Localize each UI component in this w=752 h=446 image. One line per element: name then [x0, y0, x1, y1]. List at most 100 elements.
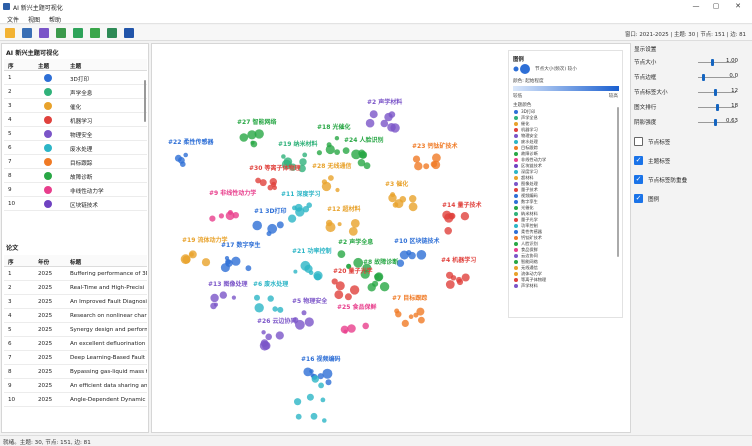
- graph-node[interactable]: [388, 193, 397, 203]
- graph-node[interactable]: [408, 202, 418, 212]
- graph-node[interactable]: [335, 187, 340, 193]
- cluster-label[interactable]: #9 非线性动力学: [209, 189, 256, 197]
- graph-node[interactable]: [320, 397, 326, 403]
- paper-row[interactable]: 3 2025 An Improved Fault Diagnosis: [4, 295, 147, 309]
- graph-node[interactable]: [328, 175, 334, 181]
- graph-node[interactable]: [367, 283, 376, 292]
- cluster-label[interactable]: #28 无线通信: [312, 162, 351, 170]
- graph-node[interactable]: [231, 256, 241, 266]
- cluster-label[interactable]: #13 图像处理: [208, 280, 247, 288]
- graph-node[interactable]: [395, 311, 402, 318]
- graph-node[interactable]: [309, 369, 314, 374]
- graph-node[interactable]: [460, 212, 470, 221]
- graph-node[interactable]: [275, 331, 284, 340]
- cluster-label[interactable]: #6 废水处理: [253, 280, 288, 288]
- graph-node[interactable]: [189, 252, 194, 257]
- comment-icon[interactable]: [90, 28, 100, 38]
- graph-node[interactable]: [254, 294, 260, 301]
- cluster-label[interactable]: #4 机器学习: [441, 256, 476, 264]
- graph-node[interactable]: [416, 250, 427, 260]
- graph-node[interactable]: [262, 341, 271, 350]
- topic-graph-canvas[interactable]: #2 声学材料 #27 智能网络 #18 光催化 #24 人脸识别 #22 柔性传感器 #…: [151, 43, 631, 433]
- graph-node[interactable]: [444, 227, 453, 235]
- graph-node[interactable]: [209, 215, 216, 222]
- topic-row[interactable]: 3 催化: [4, 99, 147, 113]
- cluster-label[interactable]: #2 声学全息: [338, 238, 373, 246]
- graph-node[interactable]: [379, 282, 390, 292]
- graph-node[interactable]: [353, 257, 364, 268]
- graph-node[interactable]: [219, 291, 227, 299]
- checkbox[interactable]: [634, 137, 643, 146]
- topics-scrollbar[interactable]: [144, 80, 146, 122]
- cluster-label[interactable]: #12 超材料: [327, 205, 360, 213]
- topic-row[interactable]: 1 3D打印: [4, 71, 147, 85]
- graph-node[interactable]: [342, 147, 350, 154]
- graph-node[interactable]: [349, 285, 360, 295]
- graph-node[interactable]: [409, 195, 417, 203]
- graph-node[interactable]: [310, 412, 318, 420]
- graph-node[interactable]: [288, 214, 297, 223]
- graph-node[interactable]: [232, 212, 239, 219]
- graph-node[interactable]: [321, 181, 332, 192]
- paper-row[interactable]: 2 2025 Real-Time and High-Precisi: [4, 281, 147, 295]
- topic-row[interactable]: 4 机器学习: [4, 113, 147, 127]
- close-button[interactable]: ✕: [728, 1, 748, 12]
- graph-node[interactable]: [365, 118, 375, 128]
- graph-node[interactable]: [450, 275, 457, 281]
- graph-node[interactable]: [306, 202, 312, 208]
- checkbox[interactable]: ✓: [634, 156, 643, 165]
- topic-row[interactable]: 10 区块链技术: [4, 197, 147, 211]
- graph-node[interactable]: [390, 123, 400, 133]
- cluster-label[interactable]: #20 量子光学: [333, 267, 372, 275]
- graph-node[interactable]: [214, 302, 218, 307]
- graph-node[interactable]: [406, 250, 412, 256]
- graph-node[interactable]: [313, 271, 323, 281]
- cluster-label[interactable]: #25 食品保鲜: [337, 303, 376, 311]
- graph-node[interactable]: [456, 276, 462, 283]
- refresh-icon[interactable]: [107, 28, 117, 38]
- graph-node[interactable]: [331, 278, 338, 285]
- graph-node[interactable]: [201, 258, 211, 267]
- graph-node[interactable]: [322, 368, 333, 379]
- cluster-label[interactable]: #23 钙钛矿技术: [412, 142, 457, 150]
- cluster-label[interactable]: #1 3D打印: [254, 207, 286, 215]
- graph-node[interactable]: [343, 329, 348, 334]
- menu-file[interactable]: 文件: [7, 15, 19, 24]
- graph-node[interactable]: [304, 317, 314, 327]
- graph-node[interactable]: [316, 150, 322, 156]
- graph-node[interactable]: [445, 280, 455, 289]
- run-icon[interactable]: [124, 28, 134, 38]
- paper-row[interactable]: 8 2025 Bypassing gas-liquid mass t: [4, 365, 147, 379]
- cluster-label[interactable]: #18 光催化: [317, 123, 350, 131]
- graph-node[interactable]: [267, 295, 274, 302]
- graph-node[interactable]: [334, 136, 340, 141]
- graph-node[interactable]: [347, 324, 356, 333]
- cluster-label[interactable]: #3 催化: [385, 180, 408, 188]
- palette-icon[interactable]: [39, 28, 49, 38]
- graph-node[interactable]: [414, 162, 423, 171]
- cluster-label[interactable]: #30 等离子体物理: [249, 164, 300, 172]
- slider-handle[interactable]: [714, 89, 718, 96]
- graph-node[interactable]: [388, 111, 396, 118]
- graph-node[interactable]: [369, 110, 378, 119]
- slider-handle[interactable]: [701, 74, 705, 81]
- graph-node[interactable]: [281, 154, 286, 159]
- layout-icon[interactable]: [56, 28, 66, 38]
- graph-node[interactable]: [416, 307, 425, 316]
- maximize-button[interactable]: ▢: [706, 1, 726, 12]
- graph-node[interactable]: [225, 258, 231, 265]
- graph-node[interactable]: [295, 413, 302, 420]
- graph-node[interactable]: [250, 140, 258, 148]
- open-folder-icon[interactable]: [5, 28, 15, 38]
- topic-row[interactable]: 5 物理安全: [4, 127, 147, 141]
- cluster-label[interactable]: #19 纳米材料: [278, 140, 317, 148]
- graph-node[interactable]: [363, 162, 371, 170]
- topic-row[interactable]: 9 非线性动力学: [4, 183, 147, 197]
- graph-node[interactable]: [239, 133, 249, 142]
- graph-node[interactable]: [301, 310, 307, 316]
- graph-node[interactable]: [261, 330, 266, 335]
- cluster-label[interactable]: #27 智能网络: [237, 118, 276, 126]
- cluster-label[interactable]: #7 目标跟踪: [392, 294, 427, 302]
- graph-node[interactable]: [271, 181, 277, 188]
- graph-node[interactable]: [337, 222, 342, 227]
